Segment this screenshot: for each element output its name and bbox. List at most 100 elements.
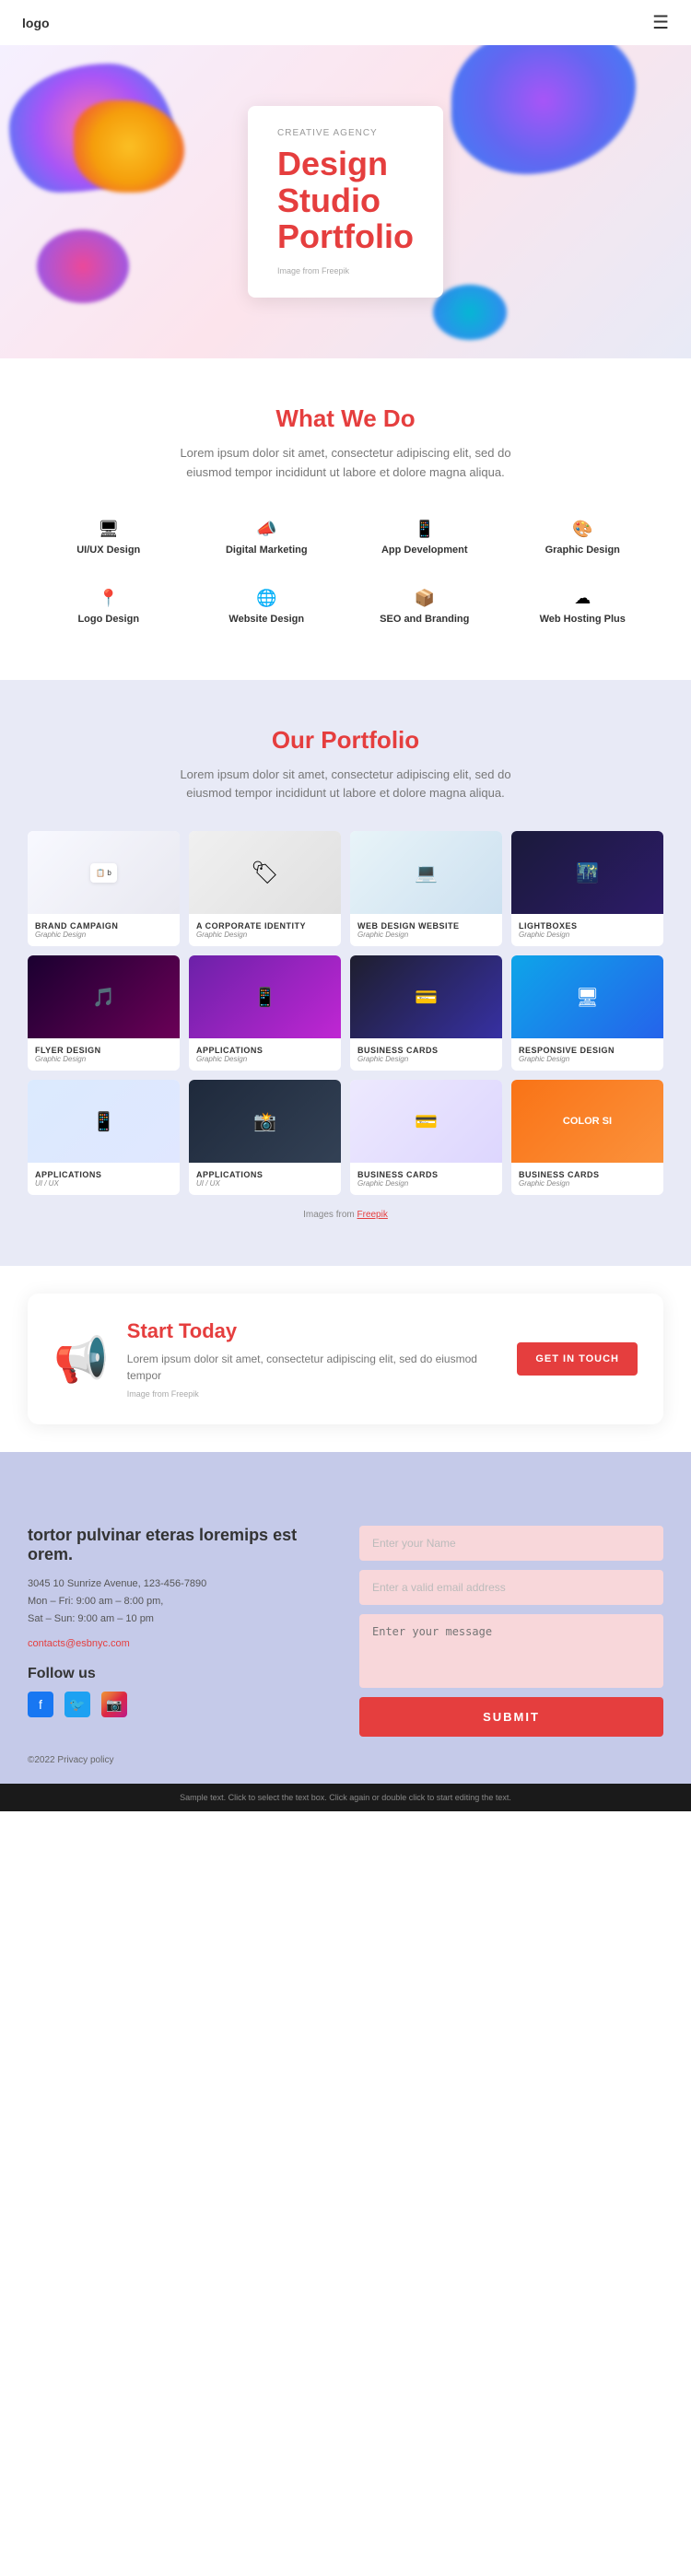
service-logo[interactable]: 📍 Logo Design (37, 580, 181, 634)
service-graphic[interactable]: 🎨 Graphic Design (511, 510, 655, 565)
footer-grid: tortor pulvinar eteras loremips est orem… (28, 1526, 663, 1737)
graphic-icon: 🎨 (572, 520, 592, 539)
portfolio-image-brand: 📋 b (28, 831, 180, 914)
portfolio-image-flyer: 🎵 (28, 955, 180, 1038)
portfolio-cat-apps1: Graphic Design (196, 1055, 334, 1063)
portfolio-item-brand[interactable]: 📋 b BRAND CAMPAIGN Graphic Design (28, 831, 180, 946)
digital-label: Digital Marketing (226, 544, 308, 556)
portfolio-item-apps3[interactable]: 📸 APPLICATIONS UI / UX (189, 1080, 341, 1195)
services-grid: 🖥 UI/UX Design 📣 Digital Marketing 📱 App… (37, 510, 654, 634)
hero-card: CREATIVE AGENCY Design Studio Portfolio … (248, 106, 443, 298)
footer-message-input[interactable] (359, 1614, 663, 1688)
footer-email-link[interactable]: contacts@esbnyc.com (28, 1638, 130, 1649)
website-label: Website Design (228, 614, 304, 625)
portfolio-image-bizcard1: 💳 (350, 955, 502, 1038)
what-we-do-description: Lorem ipsum dolor sit amet, consectetur … (161, 444, 530, 483)
portfolio-grid: 📋 b BRAND CAMPAIGN Graphic Design 🏷 A CO… (28, 831, 663, 1195)
portfolio-info-apps3: APPLICATIONS UI / UX (189, 1163, 341, 1195)
portfolio-name-apps3: APPLICATIONS (196, 1170, 334, 1179)
service-uiux[interactable]: 🖥 UI/UX Design (37, 510, 181, 565)
portfolio-item-flyer[interactable]: 🎵 FLYER DESIGN Graphic Design (28, 955, 180, 1071)
graphic-label: Graphic Design (545, 544, 620, 556)
uiux-icon: 🖥 (98, 520, 119, 539)
start-image-credit: Image from Freepik (127, 1389, 499, 1399)
portfolio-name-corporate: A CORPORATE IDENTITY (196, 921, 334, 931)
portfolio-image-bizcard2: 💳 (350, 1080, 502, 1163)
blob-decoration-5 (433, 285, 507, 340)
service-app[interactable]: 📱 App Development (353, 510, 497, 565)
service-digital[interactable]: 📣 Digital Marketing (195, 510, 339, 565)
portfolio-item-corporate[interactable]: 🏷 A CORPORATE IDENTITY Graphic Design (189, 831, 341, 946)
portfolio-item-apps1[interactable]: 📱 APPLICATIONS Graphic Design (189, 955, 341, 1071)
portfolio-cat-bizcard2: Graphic Design (357, 1179, 495, 1188)
facebook-icon[interactable]: f (28, 1692, 53, 1717)
portfolio-image-lightbox: 🌃 (511, 831, 663, 914)
start-today-section: 📢 Start Today Lorem ipsum dolor sit amet… (0, 1266, 691, 1452)
blob-decoration-3 (451, 45, 636, 174)
portfolio-image-responsive: 🖥 (511, 955, 663, 1038)
portfolio-item-apps2[interactable]: 📱 APPLICATIONS UI / UX (28, 1080, 180, 1195)
portfolio-cat-lightbox: Graphic Design (519, 931, 656, 939)
service-seo[interactable]: 📦 SEO and Branding (353, 580, 497, 634)
what-we-do-section: What We Do Lorem ipsum dolor sit amet, c… (0, 358, 691, 680)
portfolio-item-responsive[interactable]: 🖥 RESPONSIVE DESIGN Graphic Design (511, 955, 663, 1071)
megaphone-icon: 📢 (53, 1333, 109, 1386)
portfolio-item-bizcard1[interactable]: 💳 BUSINESS CARDS Graphic Design (350, 955, 502, 1071)
service-hosting[interactable]: ☁ Web Hosting Plus (511, 580, 655, 634)
portfolio-cat-brand: Graphic Design (35, 931, 172, 939)
logo-label: Logo Design (77, 614, 139, 625)
freepik-link[interactable]: Freepik (357, 1210, 388, 1220)
footer-email-input[interactable] (359, 1570, 663, 1605)
twitter-icon[interactable]: 🐦 (64, 1692, 90, 1717)
portfolio-cat-web: Graphic Design (357, 931, 495, 939)
portfolio-name-bizcard2: BUSINESS CARDS (357, 1170, 495, 1179)
service-website[interactable]: 🌐 Website Design (195, 580, 339, 634)
portfolio-info-bizcard3: BUSINESS CARDS Graphic Design (511, 1163, 663, 1195)
portfolio-info-corporate: A CORPORATE IDENTITY Graphic Design (189, 914, 341, 946)
portfolio-description: Lorem ipsum dolor sit amet, consectetur … (161, 766, 530, 804)
portfolio-item-web[interactable]: 💻 WEB DESIGN WEBSITE Graphic Design (350, 831, 502, 946)
footer-address: 3045 10 Sunrize Avenue, 123-456-7890 Mon… (28, 1575, 332, 1627)
portfolio-info-apps2: APPLICATIONS UI / UX (28, 1163, 180, 1195)
footer-tagline: tortor pulvinar eteras loremips est orem… (28, 1526, 332, 1564)
start-today-title: Start Today (127, 1319, 499, 1343)
portfolio-info-bizcard2: BUSINESS CARDS Graphic Design (350, 1163, 502, 1195)
start-today-content: Start Today Lorem ipsum dolor sit amet, … (127, 1319, 499, 1399)
footer-right: SUBMIT (359, 1526, 663, 1737)
portfolio-name-responsive: RESPONSIVE DESIGN (519, 1046, 656, 1055)
portfolio-name-apps1: APPLICATIONS (196, 1046, 334, 1055)
portfolio-cat-bizcard3: Graphic Design (519, 1179, 656, 1188)
footer: tortor pulvinar eteras loremips est orem… (0, 1489, 691, 1784)
get-in-touch-button[interactable]: GET IN TOUCH (517, 1342, 638, 1376)
bottom-bar: Sample text. Click to select the text bo… (0, 1784, 691, 1811)
portfolio-item-bizcard2[interactable]: 💳 BUSINESS CARDS Graphic Design (350, 1080, 502, 1195)
footer-name-input[interactable] (359, 1526, 663, 1561)
portfolio-name-bizcard3: BUSINESS CARDS (519, 1170, 656, 1179)
portfolio-name-apps2: APPLICATIONS (35, 1170, 172, 1179)
portfolio-cat-responsive: Graphic Design (519, 1055, 656, 1063)
hero-image-credit: Image from Freepik (277, 266, 414, 275)
portfolio-info-responsive: RESPONSIVE DESIGN Graphic Design (511, 1038, 663, 1071)
portfolio-image-web: 💻 (350, 831, 502, 914)
portfolio-cat-apps3: UI / UX (196, 1179, 334, 1188)
portfolio-name-brand: BRAND CAMPAIGN (35, 921, 172, 931)
hamburger-menu-icon[interactable]: ☰ (652, 11, 669, 34)
digital-icon: 📣 (256, 520, 276, 539)
header: logo ☰ (0, 0, 691, 45)
portfolio-info-apps1: APPLICATIONS Graphic Design (189, 1038, 341, 1071)
portfolio-image-apps2: 📱 (28, 1080, 180, 1163)
portfolio-name-flyer: FLYER DESIGN (35, 1046, 172, 1055)
portfolio-info-lightbox: LIGHTBOXES Graphic Design (511, 914, 663, 946)
portfolio-item-bizcard3[interactable]: COLOR SI BUSINESS CARDS Graphic Design (511, 1080, 663, 1195)
portfolio-name-bizcard1: BUSINESS CARDS (357, 1046, 495, 1055)
seo-label: SEO and Branding (380, 614, 469, 625)
instagram-icon[interactable]: 📷 (101, 1692, 127, 1717)
logo: logo (22, 16, 50, 30)
portfolio-item-lightbox[interactable]: 🌃 LIGHTBOXES Graphic Design (511, 831, 663, 946)
website-icon: 🌐 (256, 589, 276, 608)
portfolio-info-web: WEB DESIGN WEBSITE Graphic Design (350, 914, 502, 946)
submit-button[interactable]: SUBMIT (359, 1697, 663, 1737)
portfolio-cat-apps2: UI / UX (35, 1179, 172, 1188)
hero-title: Design Studio Portfolio (277, 146, 414, 255)
portfolio-cat-corporate: Graphic Design (196, 931, 334, 939)
